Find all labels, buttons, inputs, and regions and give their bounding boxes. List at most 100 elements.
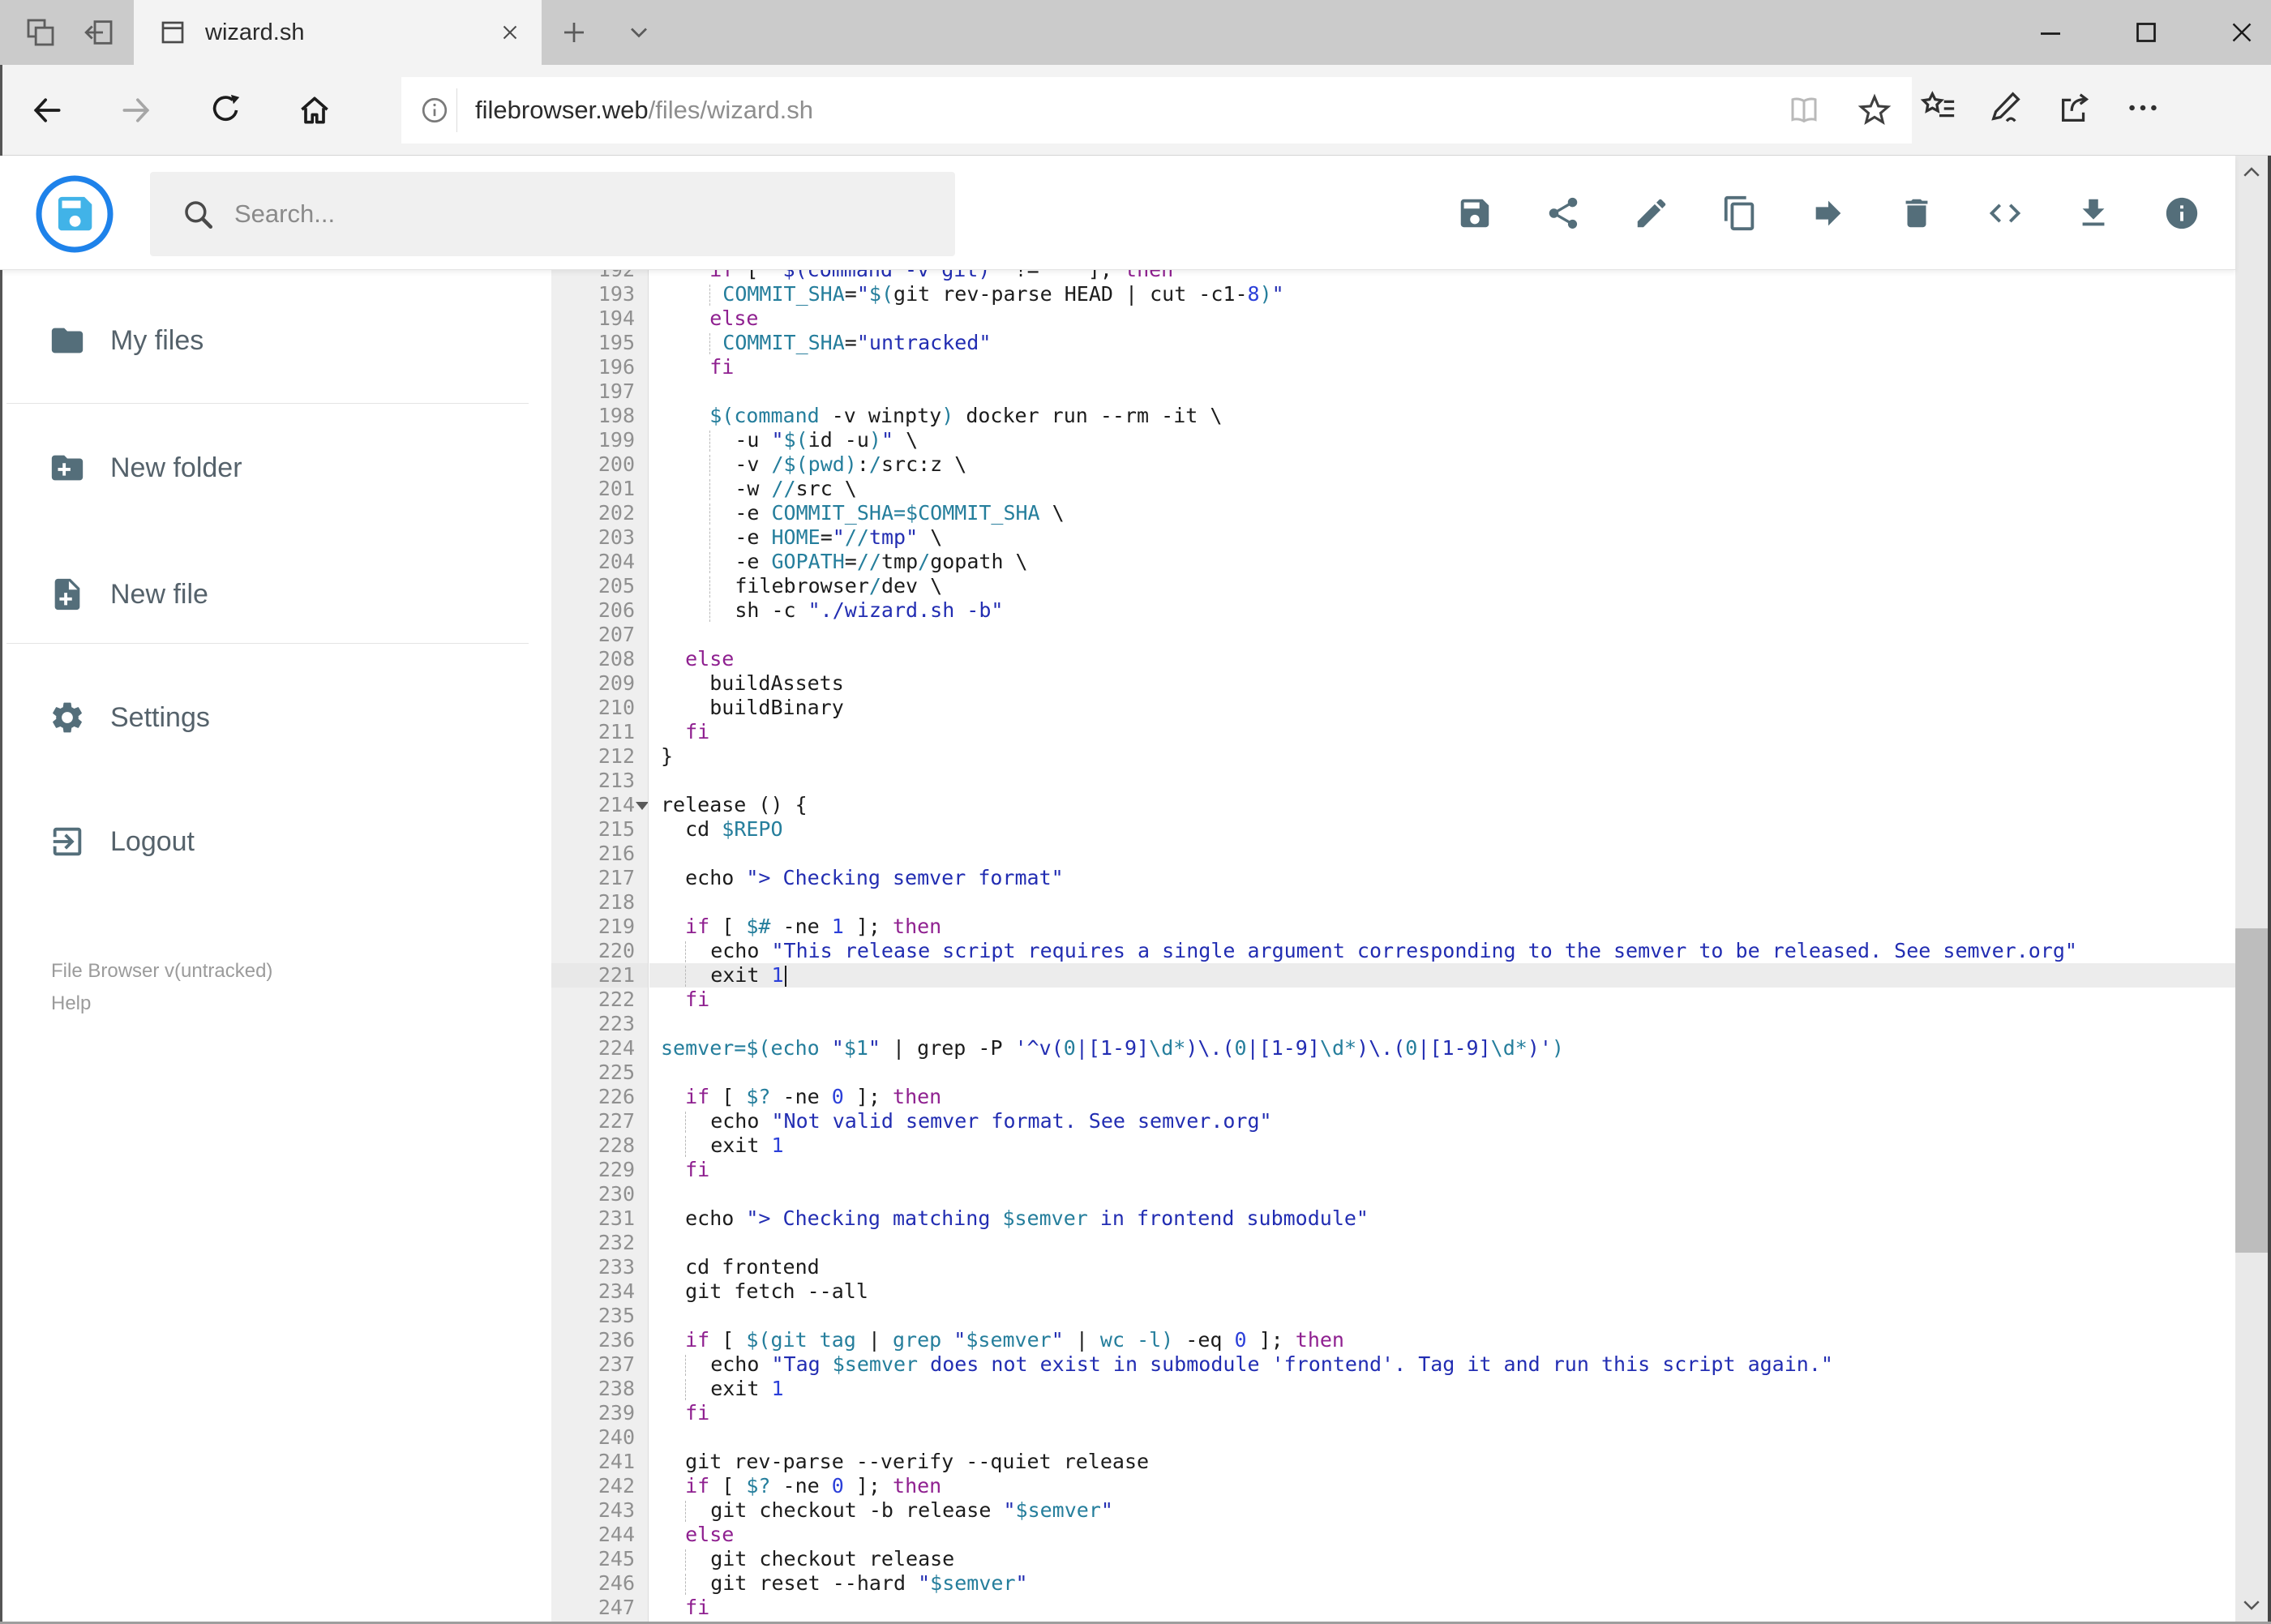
code-line[interactable]: if [ "$(command -v git)" != "" ]; then — [649, 270, 2235, 282]
code-line[interactable]: -w //src \ — [649, 477, 2235, 501]
share-icon[interactable] — [1545, 195, 1582, 232]
line-number[interactable]: 238 — [551, 1377, 648, 1401]
line-number[interactable]: 210 — [551, 696, 648, 720]
code-line[interactable]: buildBinary — [649, 696, 2235, 720]
line-number[interactable]: 234 — [551, 1279, 648, 1304]
line-number[interactable]: 206 — [551, 598, 648, 623]
code-line[interactable]: fi — [649, 355, 2235, 379]
code-editor[interactable]: 1921931941951961971981992002012022032042… — [551, 270, 2235, 1622]
line-number[interactable]: 209 — [551, 671, 648, 696]
line-number[interactable]: 219 — [551, 915, 648, 939]
line-number[interactable]: 218 — [551, 890, 648, 915]
code-line[interactable]: git checkout -b release "$semver" — [649, 1498, 2235, 1523]
line-number[interactable]: 245 — [551, 1547, 648, 1571]
code-line[interactable]: if [ $? -ne 0 ]; then — [649, 1474, 2235, 1498]
refresh-icon[interactable] — [208, 92, 243, 128]
code-line[interactable] — [649, 1304, 2235, 1328]
code-line[interactable]: sh -c "./wizard.sh -b" — [649, 598, 2235, 623]
save-icon[interactable] — [1456, 195, 1493, 232]
line-number[interactable]: 236 — [551, 1328, 648, 1352]
delete-icon[interactable] — [1898, 195, 1935, 232]
code-line[interactable]: cd $REPO — [649, 817, 2235, 842]
close-button[interactable] — [2227, 18, 2256, 47]
line-number[interactable]: 224 — [551, 1036, 648, 1061]
more-icon[interactable] — [2124, 89, 2162, 126]
tab-dropdown-icon[interactable] — [624, 18, 653, 47]
sidebar-item-settings[interactable]: Settings — [49, 699, 210, 736]
code-line[interactable]: fi — [649, 1401, 2235, 1425]
code-line[interactable]: fi — [649, 1158, 2235, 1182]
code-line[interactable]: -e GOPATH=//tmp/gopath \ — [649, 550, 2235, 574]
sidebar-item-my-files[interactable]: My files — [49, 322, 204, 359]
code-line[interactable]: git fetch --all — [649, 1279, 2235, 1304]
line-number[interactable]: 217 — [551, 866, 648, 890]
code-area[interactable]: if [ "$(command -v git)" != "" ]; then C… — [649, 270, 2235, 1622]
scroll-down-icon[interactable] — [2239, 1592, 2264, 1617]
help-link[interactable]: Help — [51, 988, 272, 1020]
line-number[interactable]: 229 — [551, 1158, 648, 1182]
sidebar-item-new-folder[interactable]: New folder — [49, 449, 242, 486]
code-line[interactable]: else — [649, 306, 2235, 331]
code-line[interactable]: if [ $(git tag | grep "$semver" | wc -l)… — [649, 1328, 2235, 1352]
line-number[interactable]: 193 — [551, 282, 648, 306]
line-number[interactable]: 211 — [551, 720, 648, 744]
code-line[interactable]: COMMIT_SHA="untracked" — [649, 331, 2235, 355]
line-number[interactable]: 244 — [551, 1523, 648, 1547]
code-line[interactable]: semver=$(echo "$1" | grep -P '^v(0|[1-9]… — [649, 1036, 2235, 1061]
web-note-icon[interactable] — [1988, 89, 2025, 126]
code-line[interactable]: else — [649, 647, 2235, 671]
line-number[interactable]: 225 — [551, 1061, 648, 1085]
line-number[interactable]: 239 — [551, 1401, 648, 1425]
line-number[interactable]: 200 — [551, 452, 648, 477]
url-text[interactable]: filebrowser.web/files/wizard.sh — [475, 96, 813, 125]
line-number[interactable]: 246 — [551, 1571, 648, 1596]
fold-arrow-icon[interactable] — [636, 802, 648, 810]
line-number[interactable]: 241 — [551, 1450, 648, 1474]
code-line[interactable]: release () { — [649, 793, 2235, 817]
code-line[interactable]: -e HOME="//tmp" \ — [649, 525, 2235, 550]
code-line[interactable]: fi — [649, 720, 2235, 744]
code-line[interactable] — [649, 769, 2235, 793]
info-icon[interactable] — [2163, 195, 2200, 232]
new-tab-icon[interactable] — [559, 18, 589, 47]
line-number[interactable]: 208 — [551, 647, 648, 671]
search-bar[interactable] — [150, 172, 955, 256]
line-number[interactable]: 222 — [551, 988, 648, 1012]
code-line[interactable]: -u "$(id -u)" \ — [649, 428, 2235, 452]
maximize-button[interactable] — [2132, 18, 2161, 47]
tab-preview-icon[interactable] — [24, 16, 57, 49]
line-number[interactable]: 223 — [551, 1012, 648, 1036]
code-line[interactable]: COMMIT_SHA="$(git rev-parse HEAD | cut -… — [649, 282, 2235, 306]
code-line[interactable]: else — [649, 1523, 2235, 1547]
code-icon[interactable] — [1986, 195, 2024, 232]
code-line[interactable]: filebrowser/dev \ — [649, 574, 2235, 598]
search-input[interactable] — [233, 199, 955, 229]
line-number[interactable]: 231 — [551, 1206, 648, 1231]
code-line[interactable]: exit 1 — [649, 1377, 2235, 1401]
line-number[interactable]: 204 — [551, 550, 648, 574]
favorite-star-icon[interactable] — [1857, 92, 1892, 128]
code-line[interactable]: git reset --hard "$semver" — [649, 1571, 2235, 1596]
download-icon[interactable] — [2075, 195, 2112, 232]
code-line[interactable]: fi — [649, 988, 2235, 1012]
line-number[interactable]: 237 — [551, 1352, 648, 1377]
vertical-scrollbar[interactable] — [2235, 156, 2268, 1622]
site-info-icon[interactable] — [419, 95, 450, 126]
line-number[interactable]: 212 — [551, 744, 648, 769]
line-number[interactable]: 242 — [551, 1474, 648, 1498]
line-number[interactable]: 205 — [551, 574, 648, 598]
line-number[interactable]: 192 — [551, 270, 648, 282]
back-icon[interactable] — [29, 92, 65, 128]
code-line[interactable] — [649, 1061, 2235, 1085]
line-number[interactable]: 230 — [551, 1182, 648, 1206]
scrollbar-thumb[interactable] — [2235, 928, 2268, 1253]
code-line[interactable]: echo "Not valid semver format. See semve… — [649, 1109, 2235, 1133]
code-line[interactable]: exit 1 — [649, 1133, 2235, 1158]
line-number[interactable]: 226 — [551, 1085, 648, 1109]
sidebar-item-new-file[interactable]: New file — [49, 576, 208, 613]
code-line[interactable]: echo "This release script requires a sin… — [649, 939, 2235, 963]
line-number[interactable]: 240 — [551, 1425, 648, 1450]
code-line[interactable]: echo "Tag $semver does not exist in subm… — [649, 1352, 2235, 1377]
line-number[interactable]: 198 — [551, 404, 648, 428]
code-line[interactable]: if [ $? -ne 0 ]; then — [649, 1085, 2235, 1109]
